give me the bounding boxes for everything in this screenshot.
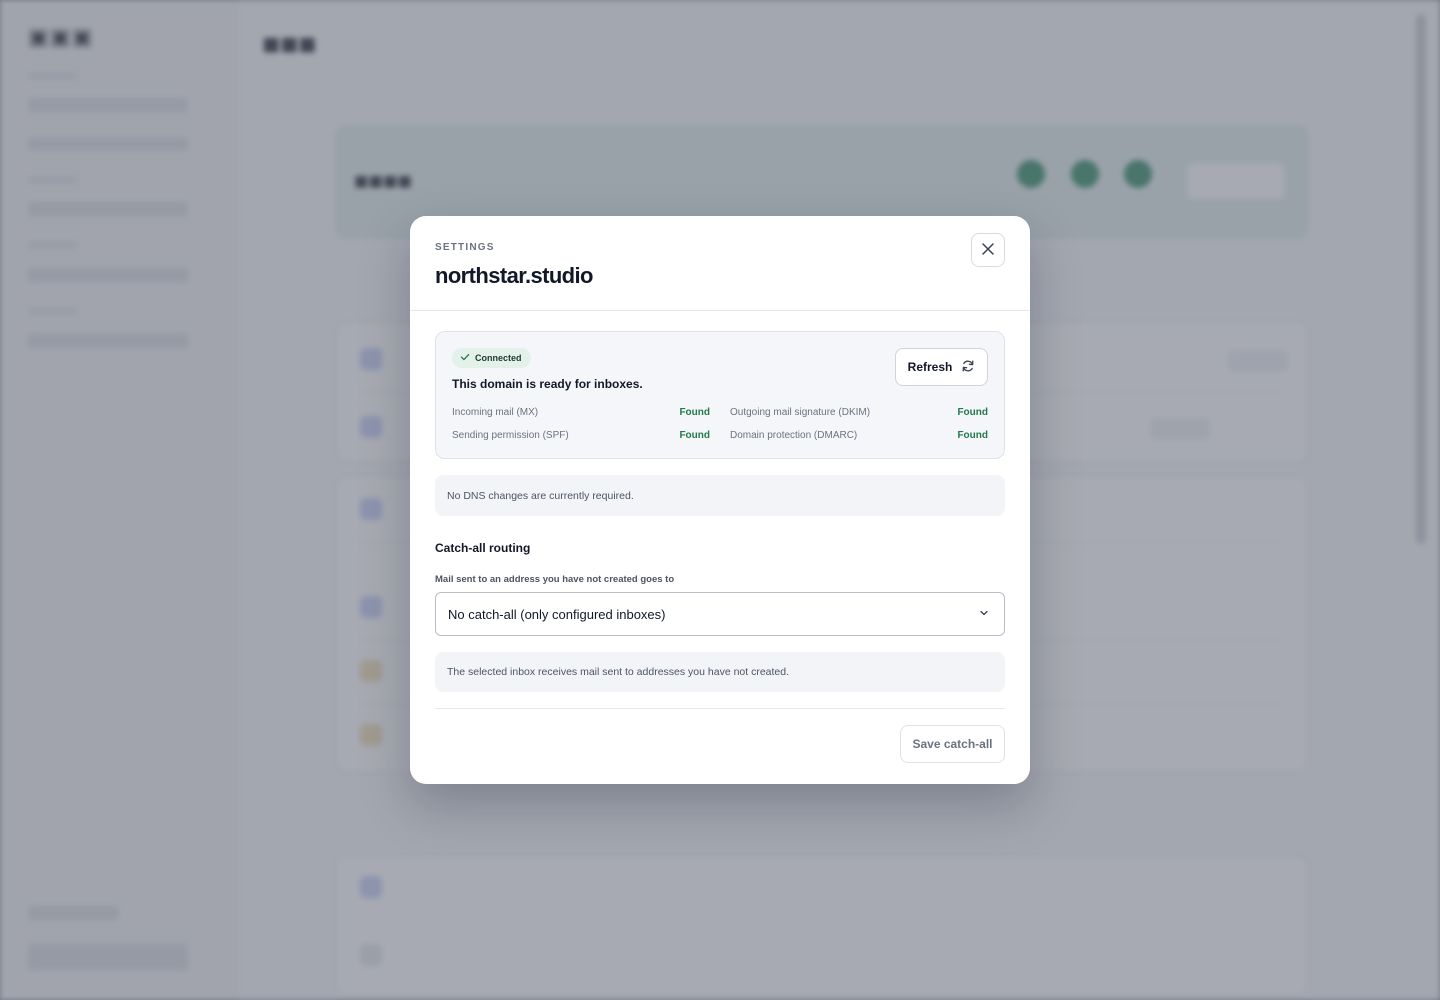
modal-title: northstar.studio xyxy=(435,263,593,288)
catch-all-section-title: Catch-all routing xyxy=(435,541,531,555)
chevron-down-icon xyxy=(978,607,990,622)
dns-check-row: Outgoing mail signature (DKIM) Found xyxy=(730,405,988,419)
dns-check-label: Incoming mail (MX) xyxy=(452,406,539,418)
dns-check-row: Domain protection (DMARC) Found xyxy=(730,428,988,442)
catch-all-field-label: Mail sent to an address you have not cre… xyxy=(435,574,675,585)
footer-divider xyxy=(435,708,1005,709)
dns-check-value: Found xyxy=(679,429,710,441)
badge-label: Connected xyxy=(475,353,522,363)
dns-check-value: Found xyxy=(957,406,988,418)
catch-all-select[interactable]: No catch-all (only configured inboxes) xyxy=(435,592,1005,636)
dns-check-row: Sending permission (SPF) Found xyxy=(452,428,710,442)
dns-check-label: Domain protection (DMARC) xyxy=(730,429,858,441)
dns-status-card: Connected This domain is ready for inbox… xyxy=(435,331,1005,459)
save-catch-all-button[interactable]: Save catch-all xyxy=(900,725,1005,763)
dns-note: No DNS changes are currently required. xyxy=(435,475,1005,516)
dns-check-value: Found xyxy=(957,429,988,441)
domain-settings-modal: SETTINGS northstar.studio Connected This… xyxy=(410,216,1030,784)
status-headline: This domain is ready for inboxes. xyxy=(452,377,643,391)
close-icon xyxy=(981,242,995,259)
dns-check-value: Found xyxy=(679,406,710,418)
refresh-icon xyxy=(961,359,975,376)
catch-all-selected-value: No catch-all (only configured inboxes) xyxy=(448,606,666,622)
modal-header: SETTINGS northstar.studio xyxy=(410,216,1030,311)
refresh-button[interactable]: Refresh xyxy=(895,348,988,386)
dns-check-row: Incoming mail (MX) Found xyxy=(452,405,710,419)
check-icon xyxy=(460,352,470,364)
refresh-button-label: Refresh xyxy=(907,360,953,374)
dns-check-label: Outgoing mail signature (DKIM) xyxy=(730,406,871,418)
close-button[interactable] xyxy=(971,233,1005,267)
catch-all-help: The selected inbox receives mail sent to… xyxy=(435,652,1005,692)
dns-check-label: Sending permission (SPF) xyxy=(452,429,569,441)
connected-badge: Connected xyxy=(452,348,531,368)
modal-eyebrow: SETTINGS xyxy=(435,242,495,253)
